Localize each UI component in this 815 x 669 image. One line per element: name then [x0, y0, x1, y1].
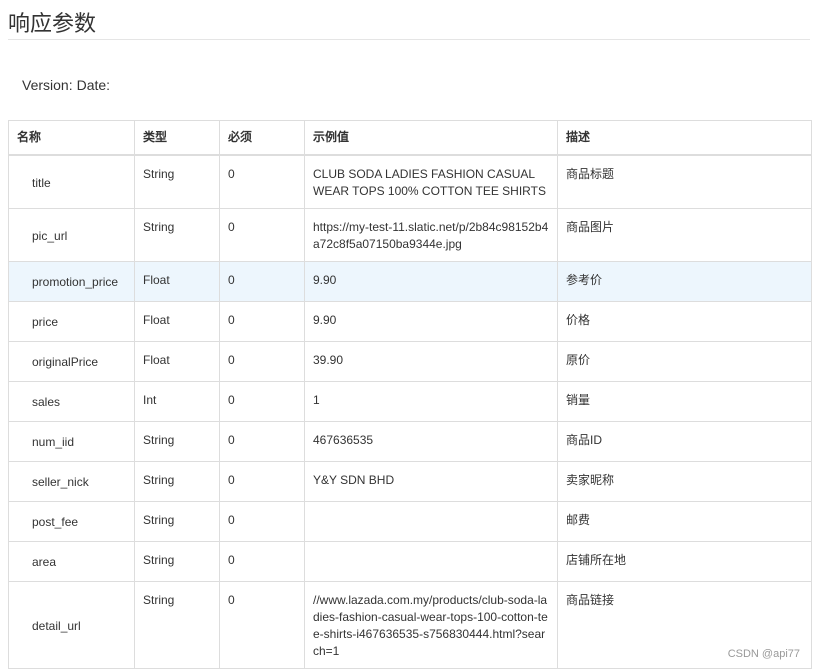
- response-params-table: 名称 类型 必须 示例值 描述 title String 0 CLUB SODA…: [8, 120, 812, 669]
- table-row: seller_nick String 0 Y&Y SDN BHD 卖家昵称: [8, 461, 812, 502]
- param-type: Float: [134, 301, 220, 342]
- table-row: title String 0 CLUB SODA LADIES FASHION …: [8, 154, 812, 209]
- param-required: 0: [219, 208, 305, 262]
- param-name: pic_url: [8, 208, 135, 262]
- param-required: 0: [219, 501, 305, 542]
- param-example: 1: [304, 381, 558, 422]
- header-type: 类型: [134, 120, 220, 156]
- param-required: 0: [219, 261, 305, 302]
- param-description: 邮费: [557, 501, 812, 542]
- param-name: sales: [8, 381, 135, 422]
- param-type: String: [134, 208, 220, 262]
- table-row: price Float 0 9.90 价格: [8, 301, 812, 342]
- param-name: price: [8, 301, 135, 342]
- param-name: title: [8, 154, 135, 209]
- param-name: area: [8, 541, 135, 582]
- param-example: 467636535: [304, 421, 558, 462]
- param-type: Float: [134, 261, 220, 302]
- param-type: String: [134, 501, 220, 542]
- table-row: pic_url String 0 https://my-test-11.slat…: [8, 208, 812, 262]
- param-required: 0: [219, 581, 305, 669]
- param-type: String: [134, 461, 220, 502]
- table-row-highlighted: promotion_price Float 0 9.90 参考价: [8, 261, 812, 302]
- param-required: 0: [219, 381, 305, 422]
- param-description: 价格: [557, 301, 812, 342]
- param-name: detail_url: [8, 581, 135, 669]
- table-row: sales Int 0 1 销量: [8, 381, 812, 422]
- version-label: Version:: [22, 77, 73, 93]
- param-description: 原价: [557, 341, 812, 382]
- csdn-watermark: CSDN @api77: [727, 648, 800, 660]
- header-description: 描述: [557, 120, 812, 156]
- param-name: promotion_price: [8, 261, 135, 302]
- param-description: 店铺所在地: [557, 541, 812, 582]
- header-example: 示例值: [304, 120, 558, 156]
- param-example: //www.lazada.com.my/products/club-soda-l…: [304, 581, 558, 669]
- param-required: 0: [219, 421, 305, 462]
- param-example: https://my-test-11.slatic.net/p/2b84c981…: [304, 208, 558, 262]
- param-type: String: [134, 541, 220, 582]
- param-required: 0: [219, 301, 305, 342]
- param-name: post_fee: [8, 501, 135, 542]
- param-example: Y&Y SDN BHD: [304, 461, 558, 502]
- header-name: 名称: [8, 120, 135, 156]
- date-label: Date:: [76, 77, 111, 93]
- param-required: 0: [219, 461, 305, 502]
- param-description: 商品ID: [557, 421, 812, 462]
- version-meta: Version: Date:: [22, 76, 110, 94]
- title-divider: [8, 39, 810, 40]
- table-row: num_iid String 0 467636535 商品ID: [8, 421, 812, 462]
- param-description: 参考价: [557, 261, 812, 302]
- param-type: Float: [134, 341, 220, 382]
- param-name: num_iid: [8, 421, 135, 462]
- param-example: CLUB SODA LADIES FASHION CASUAL WEAR TOP…: [304, 154, 558, 209]
- param-type: String: [134, 421, 220, 462]
- table-row: originalPrice Float 0 39.90 原价: [8, 341, 812, 382]
- param-description: 销量: [557, 381, 812, 422]
- param-description: 卖家昵称: [557, 461, 812, 502]
- table-row: post_fee String 0 邮费: [8, 501, 812, 542]
- table-header-row: 名称 类型 必须 示例值 描述: [8, 120, 812, 156]
- param-description: 商品图片: [557, 208, 812, 262]
- param-type: String: [134, 154, 220, 209]
- table-row: area String 0 店铺所在地: [8, 541, 812, 582]
- table-row: detail_url String 0 //www.lazada.com.my/…: [8, 581, 812, 669]
- param-name: seller_nick: [8, 461, 135, 502]
- param-required: 0: [219, 341, 305, 382]
- param-type: String: [134, 581, 220, 669]
- param-name: originalPrice: [8, 341, 135, 382]
- param-example: 39.90: [304, 341, 558, 382]
- param-required: 0: [219, 154, 305, 209]
- param-description: 商品标题: [557, 154, 812, 209]
- param-type: Int: [134, 381, 220, 422]
- header-required: 必须: [219, 120, 305, 156]
- param-example: [304, 501, 558, 542]
- page-title: 响应参数: [8, 11, 97, 36]
- param-example: 9.90: [304, 301, 558, 342]
- param-example: [304, 541, 558, 582]
- param-example: 9.90: [304, 261, 558, 302]
- param-required: 0: [219, 541, 305, 582]
